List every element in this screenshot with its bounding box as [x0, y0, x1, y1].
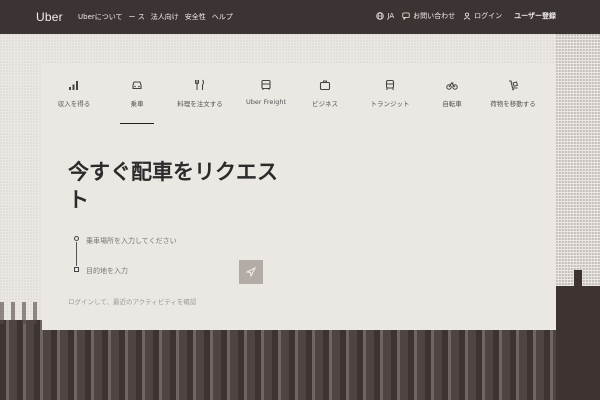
language-label: JA [387, 12, 395, 20]
pickup-dot-icon [74, 236, 79, 241]
nav-item-help[interactable]: ヘルプ [212, 12, 233, 22]
tab-label: Uber Freight [245, 98, 286, 106]
tab-label: 収入を得る [57, 100, 91, 108]
tab-earn[interactable]: 収入を得る [56, 78, 92, 124]
city-skyline [0, 302, 600, 400]
tab-label: 自転車 [442, 100, 462, 108]
nav-item-safety[interactable]: 安全性 [185, 12, 206, 22]
dropoff-square-icon [74, 267, 79, 272]
bicycle-icon [445, 78, 459, 92]
support-link[interactable]: お問い合わせ [402, 11, 455, 21]
tab-label: トランジット [370, 100, 410, 108]
login-hint-text[interactable]: ログインして、最近のアクティビティを確認 [68, 296, 196, 306]
dropoff-input[interactable]: 目的地を入力 [86, 266, 128, 276]
bar-chart-icon [67, 78, 81, 92]
top-nav-bar: Uber Uberについて ー ス 法人向け 安全性 ヘルプ JA お問い合わせ… [0, 0, 600, 34]
main-nav: Uberについて ー ス 法人向け 安全性 ヘルプ [78, 12, 233, 22]
tab-label: ビジネス [312, 100, 338, 108]
chat-icon [402, 12, 410, 20]
truck-icon [259, 78, 273, 92]
tab-label: 乗車 [130, 100, 144, 108]
car-icon [130, 78, 144, 92]
skyline-tower [556, 270, 600, 400]
signup-button[interactable]: ユーザー登録 [514, 11, 556, 21]
utensils-icon [193, 78, 207, 92]
tab-ride[interactable]: 乗車 [120, 78, 154, 124]
tab-package[interactable]: 荷物を移動する [490, 78, 536, 124]
nav-item-news[interactable]: ー ス [129, 12, 145, 22]
page-title: 今すぐ配車をリクエスト [68, 160, 278, 212]
route-line [76, 242, 77, 266]
tab-business[interactable]: ビジネス [310, 78, 340, 124]
tab-freight[interactable]: Uber Freight [244, 78, 288, 124]
ride-request-card: 収入を得る 乗車 料理を注文する Uber Freight ビジネス トランジッ… [42, 64, 556, 330]
globe-icon [376, 12, 385, 20]
user-icon [463, 12, 471, 20]
login-label: ログイン [474, 12, 503, 20]
tab-label: 荷物を移動する [490, 100, 536, 108]
nav-item-about[interactable]: Uberについて [78, 12, 123, 22]
tab-bike[interactable]: 自転車 [440, 78, 464, 124]
tab-transit[interactable]: トランジット [368, 78, 412, 124]
current-location-button[interactable] [239, 260, 263, 284]
briefcase-icon [318, 78, 332, 92]
tab-eats[interactable]: 料理を注文する [172, 78, 228, 124]
navigation-arrow-icon [246, 267, 256, 277]
tab-label: 料理を注文する [177, 100, 223, 108]
background-dots-right [556, 34, 600, 294]
dolly-icon [506, 78, 520, 92]
product-tabs: 収入を得る 乗車 料理を注文する Uber Freight ビジネス トランジッ… [42, 78, 556, 124]
login-link[interactable]: ログイン [463, 11, 502, 21]
nav-item-business[interactable]: 法人向け [151, 12, 179, 22]
uber-logo[interactable]: Uber [36, 10, 63, 24]
support-label: お問い合わせ [413, 12, 456, 20]
header-actions: JA お問い合わせ ログイン ユーザー登録 [376, 11, 556, 21]
pickup-input[interactable]: 乗車場所を入力してください [86, 236, 177, 246]
train-icon [383, 78, 397, 92]
language-selector[interactable]: JA [376, 12, 394, 20]
